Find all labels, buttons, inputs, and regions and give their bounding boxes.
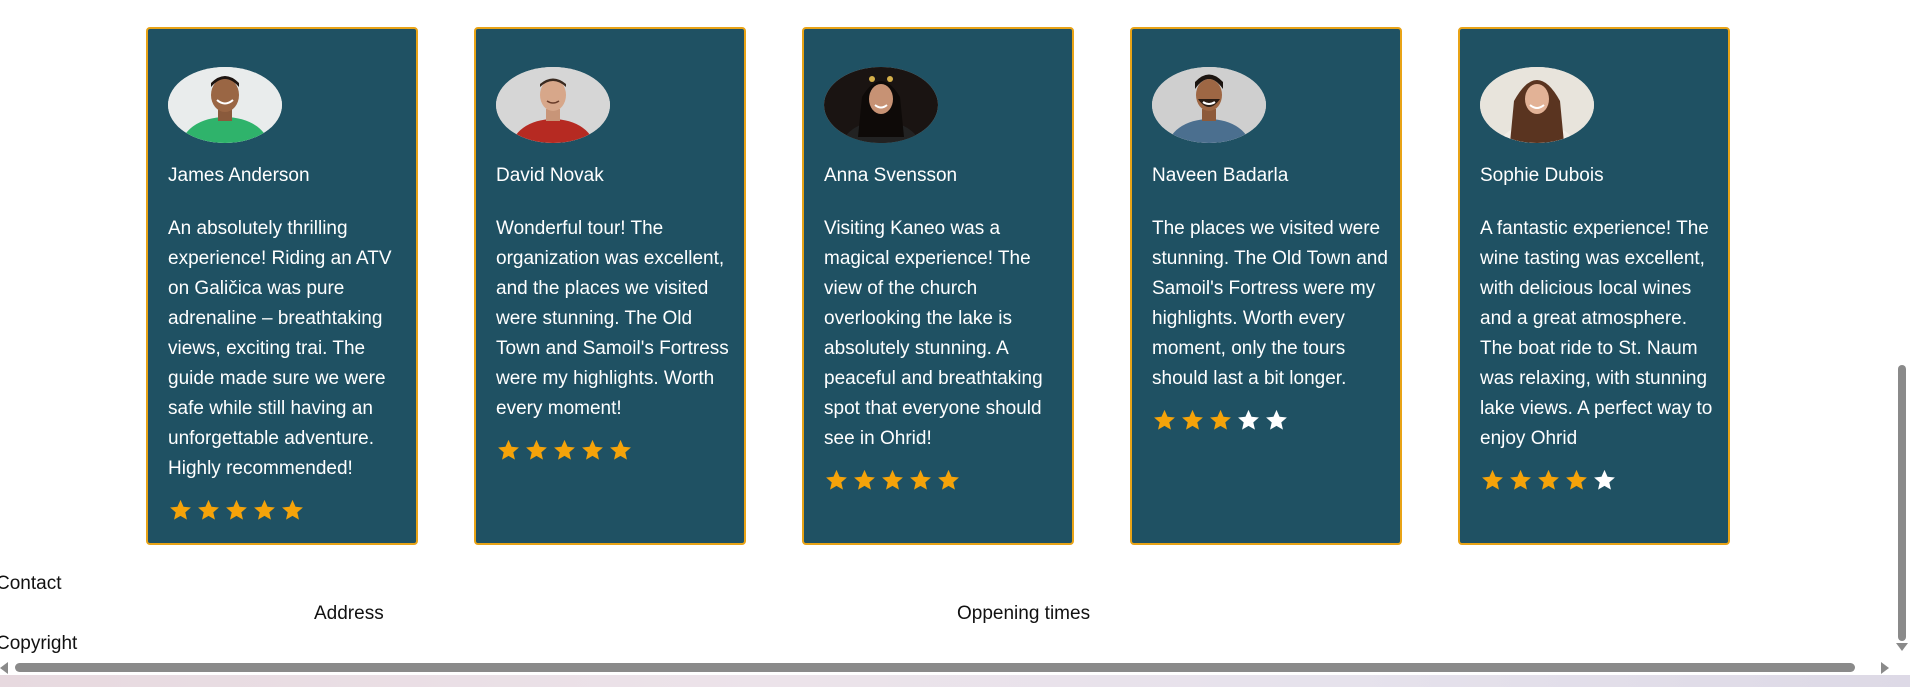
star-icon bbox=[554, 439, 575, 460]
star-icon bbox=[610, 439, 631, 460]
avatar bbox=[824, 67, 938, 143]
star-rating bbox=[824, 468, 1052, 493]
star-icon bbox=[1482, 469, 1503, 490]
reviewer-name: Anna Svensson bbox=[824, 165, 958, 186]
star-rating bbox=[1152, 408, 1380, 433]
reviewer-name: Sophie Dubois bbox=[1480, 165, 1604, 186]
star-icon bbox=[826, 469, 847, 490]
reviewer-name: Naveen Badarla bbox=[1152, 165, 1289, 186]
star-icon bbox=[1594, 469, 1615, 490]
testimonials-row: James Anderson An absolutely thrilling e… bbox=[146, 27, 1730, 545]
avatar bbox=[1152, 67, 1266, 143]
star-icon bbox=[1238, 409, 1259, 430]
scroll-down-arrow-icon[interactable] bbox=[1896, 643, 1908, 651]
vertical-scrollbar[interactable] bbox=[1893, 0, 1910, 658]
star-icon bbox=[282, 499, 303, 520]
avatar bbox=[1480, 67, 1594, 143]
star-icon bbox=[1266, 409, 1287, 430]
star-icon bbox=[882, 469, 903, 490]
star-icon bbox=[1566, 469, 1587, 490]
star-icon bbox=[1538, 469, 1559, 490]
star-icon bbox=[254, 499, 275, 520]
star-rating bbox=[496, 438, 724, 463]
review-text: The places we visited were stunning. The… bbox=[1152, 218, 1388, 389]
review-text: An absolutely thrilling experience! Ridi… bbox=[168, 218, 392, 479]
scroll-right-arrow-icon[interactable] bbox=[1881, 662, 1889, 674]
testimonial-card: Anna Svensson Visiting Kaneo was a magic… bbox=[802, 27, 1074, 545]
taskbar-edge bbox=[0, 675, 1910, 687]
footer-contact: Contact bbox=[0, 573, 62, 594]
vertical-scrollbar-thumb[interactable] bbox=[1898, 365, 1906, 641]
star-rating bbox=[1480, 468, 1708, 493]
review-text: A fantastic experience! The wine tasting… bbox=[1480, 218, 1713, 449]
review-text: Visiting Kaneo was a magical experience!… bbox=[824, 218, 1043, 449]
star-icon bbox=[498, 439, 519, 460]
testimonial-card: Sophie Dubois A fantastic experience! Th… bbox=[1458, 27, 1730, 545]
star-rating bbox=[168, 498, 396, 523]
footer-opening-times: Oppening times bbox=[957, 603, 1091, 624]
star-icon bbox=[526, 439, 547, 460]
review-text: Wonderful tour! The organization was exc… bbox=[496, 218, 729, 419]
horizontal-scrollbar-thumb[interactable] bbox=[15, 663, 1855, 672]
star-icon bbox=[1210, 409, 1231, 430]
horizontal-scrollbar[interactable] bbox=[0, 658, 1893, 675]
avatar bbox=[168, 67, 282, 143]
star-icon bbox=[198, 499, 219, 520]
testimonial-card: David Novak Wonderful tour! The organiza… bbox=[474, 27, 746, 545]
star-icon bbox=[582, 439, 603, 460]
testimonial-card: Naveen Badarla The places we visited wer… bbox=[1130, 27, 1402, 545]
avatar bbox=[496, 67, 610, 143]
page-viewport: James Anderson An absolutely thrilling e… bbox=[0, 0, 1893, 658]
star-icon bbox=[1154, 409, 1175, 430]
reviewer-name: David Novak bbox=[496, 165, 604, 186]
star-icon bbox=[938, 469, 959, 490]
reviewer-name: James Anderson bbox=[168, 165, 310, 186]
star-icon bbox=[226, 499, 247, 520]
footer-copyright: Copyright bbox=[0, 633, 78, 654]
star-icon bbox=[854, 469, 875, 490]
star-icon bbox=[170, 499, 191, 520]
star-icon bbox=[1182, 409, 1203, 430]
scroll-left-arrow-icon[interactable] bbox=[0, 662, 8, 674]
star-icon bbox=[1510, 469, 1531, 490]
footer-address: Address bbox=[314, 603, 384, 624]
star-icon bbox=[910, 469, 931, 490]
testimonial-card: James Anderson An absolutely thrilling e… bbox=[146, 27, 418, 545]
